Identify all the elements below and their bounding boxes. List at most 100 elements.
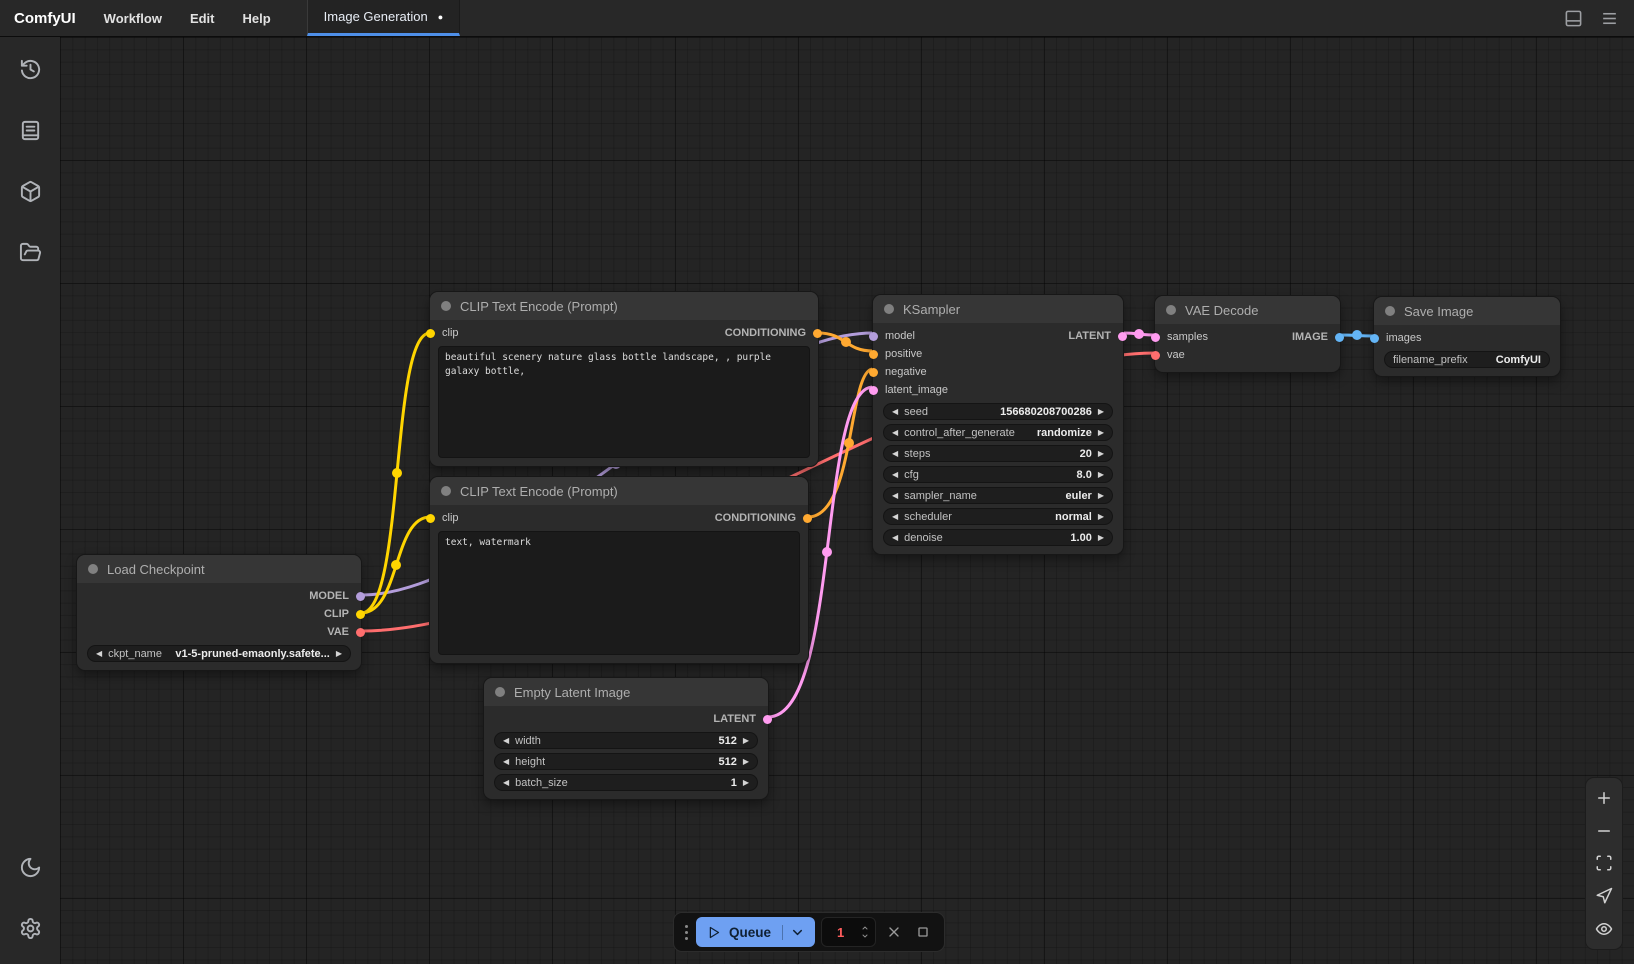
pan-mode-icon[interactable] [1591, 883, 1617, 909]
menu-edit[interactable]: Edit [176, 0, 229, 36]
node-clip-text-encode-negative[interactable]: CLIP Text Encode (Prompt) clip CONDITION… [430, 477, 808, 663]
widget-increment-arrow[interactable]: ▶ [336, 650, 342, 658]
node-header[interactable]: Load Checkpoint [77, 555, 361, 583]
chevron-down-icon[interactable] [860, 932, 870, 940]
widget-value[interactable]: euler [1066, 490, 1092, 502]
input-slot-clip[interactable] [426, 329, 435, 338]
toggle-link-visibility-eye-icon[interactable] [1591, 916, 1617, 942]
widget-increment-arrow[interactable]: ▶ [1098, 513, 1104, 521]
link-dot[interactable] [1352, 330, 1362, 340]
link-dot[interactable] [391, 560, 401, 570]
widget-decrement-arrow[interactable]: ◀ [892, 429, 898, 437]
widget-value[interactable]: randomize [1037, 427, 1092, 439]
output-slot-clip[interactable] [356, 610, 365, 619]
menu-icon[interactable] [1594, 3, 1624, 33]
widget-value[interactable]: 512 [718, 756, 736, 768]
widget-increment-arrow[interactable]: ▶ [743, 779, 749, 787]
positive-prompt-textarea[interactable]: beautiful scenery nature glass bottle la… [438, 346, 810, 458]
graph-canvas[interactable]: Load Checkpoint MODEL CLIP VAE ◀ ckpt_na… [60, 37, 1634, 964]
collapse-dot[interactable] [88, 564, 98, 574]
input-slot-vae[interactable] [1151, 351, 1160, 360]
node-header[interactable]: Empty Latent Image [484, 678, 768, 706]
output-slot-latent[interactable] [763, 715, 772, 724]
node-load-checkpoint[interactable]: Load Checkpoint MODEL CLIP VAE ◀ ckpt_na… [77, 555, 361, 670]
input-slot-clip[interactable] [426, 514, 435, 523]
node-header[interactable]: Save Image [1374, 297, 1560, 325]
widget-scheduler[interactable]: ◀ scheduler normal ▶ [883, 508, 1113, 525]
menu-help[interactable]: Help [229, 0, 285, 36]
link-dot[interactable] [844, 438, 854, 448]
panel-bottom-icon[interactable] [1558, 3, 1588, 33]
workflows-folder-icon[interactable] [8, 230, 52, 274]
collapse-dot[interactable] [884, 304, 894, 314]
widget-decrement-arrow[interactable]: ◀ [503, 758, 509, 766]
batch-count-input[interactable]: 1 [821, 917, 876, 947]
collapse-dot[interactable] [441, 486, 451, 496]
input-slot-images[interactable] [1370, 334, 1379, 343]
theme-toggle-moon-icon[interactable] [8, 845, 52, 889]
widget-decrement-arrow[interactable]: ◀ [892, 408, 898, 416]
widget-value[interactable]: v1-5-pruned-emaonly.safete... [175, 648, 329, 660]
output-slot-latent[interactable] [1118, 332, 1127, 341]
widget-increment-arrow[interactable]: ▶ [743, 737, 749, 745]
widget-increment-arrow[interactable]: ▶ [1098, 471, 1104, 479]
stop-icon[interactable] [911, 920, 935, 944]
input-slot-model[interactable] [869, 332, 878, 341]
fit-view-icon[interactable] [1591, 850, 1617, 876]
widget-increment-arrow[interactable]: ▶ [1098, 450, 1104, 458]
widget-value[interactable]: 512 [718, 735, 736, 747]
widget-increment-arrow[interactable]: ▶ [1098, 408, 1104, 416]
settings-gear-icon[interactable] [8, 906, 52, 950]
batch-count-spinners[interactable] [860, 924, 875, 940]
widget-decrement-arrow[interactable]: ◀ [892, 450, 898, 458]
output-slot-image[interactable] [1335, 333, 1344, 342]
widget-increment-arrow[interactable]: ▶ [743, 758, 749, 766]
menu-workflow[interactable]: Workflow [90, 0, 176, 36]
input-slot-positive[interactable] [869, 350, 878, 359]
queue-history-icon[interactable] [8, 47, 52, 91]
negative-prompt-textarea[interactable]: text, watermark [438, 531, 800, 655]
widget-decrement-arrow[interactable]: ◀ [892, 492, 898, 500]
batch-count-value[interactable]: 1 [822, 925, 860, 940]
node-ksampler[interactable]: KSampler model LATENT positive negative … [873, 295, 1123, 554]
input-slot-negative[interactable] [869, 368, 878, 377]
widget-value[interactable]: 8.0 [1077, 469, 1092, 481]
zoom-in-icon[interactable] [1591, 785, 1617, 811]
zoom-out-icon[interactable] [1591, 818, 1617, 844]
node-header[interactable]: KSampler [873, 295, 1123, 323]
output-slot-conditioning[interactable] [813, 329, 822, 338]
node-save-image[interactable]: Save Image images filename_prefix ComfyU… [1374, 297, 1560, 376]
widget-decrement-arrow[interactable]: ◀ [96, 650, 102, 658]
node-vae-decode[interactable]: VAE Decode samples IMAGE vae [1155, 296, 1340, 372]
node-header[interactable]: CLIP Text Encode (Prompt) [430, 477, 808, 505]
widget-ckpt-name[interactable]: ◀ ckpt_name v1-5-pruned-emaonly.safete..… [87, 645, 351, 662]
widget-value[interactable]: 1.00 [1070, 532, 1091, 544]
link-dot[interactable] [392, 468, 402, 478]
node-clip-text-encode-positive[interactable]: CLIP Text Encode (Prompt) clip CONDITION… [430, 292, 818, 466]
widget-increment-arrow[interactable]: ▶ [1098, 429, 1104, 437]
link-dot[interactable] [841, 337, 851, 347]
queue-options-chevron[interactable] [782, 925, 805, 940]
widget-decrement-arrow[interactable]: ◀ [503, 737, 509, 745]
collapse-dot[interactable] [495, 687, 505, 697]
output-slot-model[interactable] [356, 592, 365, 601]
input-slot-samples[interactable] [1151, 333, 1160, 342]
widget-increment-arrow[interactable]: ▶ [1098, 492, 1104, 500]
widget-decrement-arrow[interactable]: ◀ [892, 513, 898, 521]
cancel-icon[interactable] [882, 920, 906, 944]
widget-increment-arrow[interactable]: ▶ [1098, 534, 1104, 542]
node-library-icon[interactable] [8, 108, 52, 152]
widget-steps[interactable]: ◀ steps 20 ▶ [883, 445, 1113, 462]
widget-height[interactable]: ◀ height 512 ▶ [494, 753, 758, 770]
widget-seed[interactable]: ◀ seed 156680208700286 ▶ [883, 403, 1113, 420]
widget-denoise[interactable]: ◀ denoise 1.00 ▶ [883, 529, 1113, 546]
collapse-dot[interactable] [441, 301, 451, 311]
collapse-dot[interactable] [1385, 306, 1395, 316]
output-slot-conditioning[interactable] [803, 514, 812, 523]
widget-cfg[interactable]: ◀ cfg 8.0 ▶ [883, 466, 1113, 483]
drag-handle[interactable] [683, 925, 690, 940]
queue-button[interactable]: Queue [696, 917, 815, 947]
widget-decrement-arrow[interactable]: ◀ [503, 779, 509, 787]
widget-control-after-generate[interactable]: ◀ control_after_generate randomize ▶ [883, 424, 1113, 441]
node-header[interactable]: VAE Decode [1155, 296, 1340, 324]
